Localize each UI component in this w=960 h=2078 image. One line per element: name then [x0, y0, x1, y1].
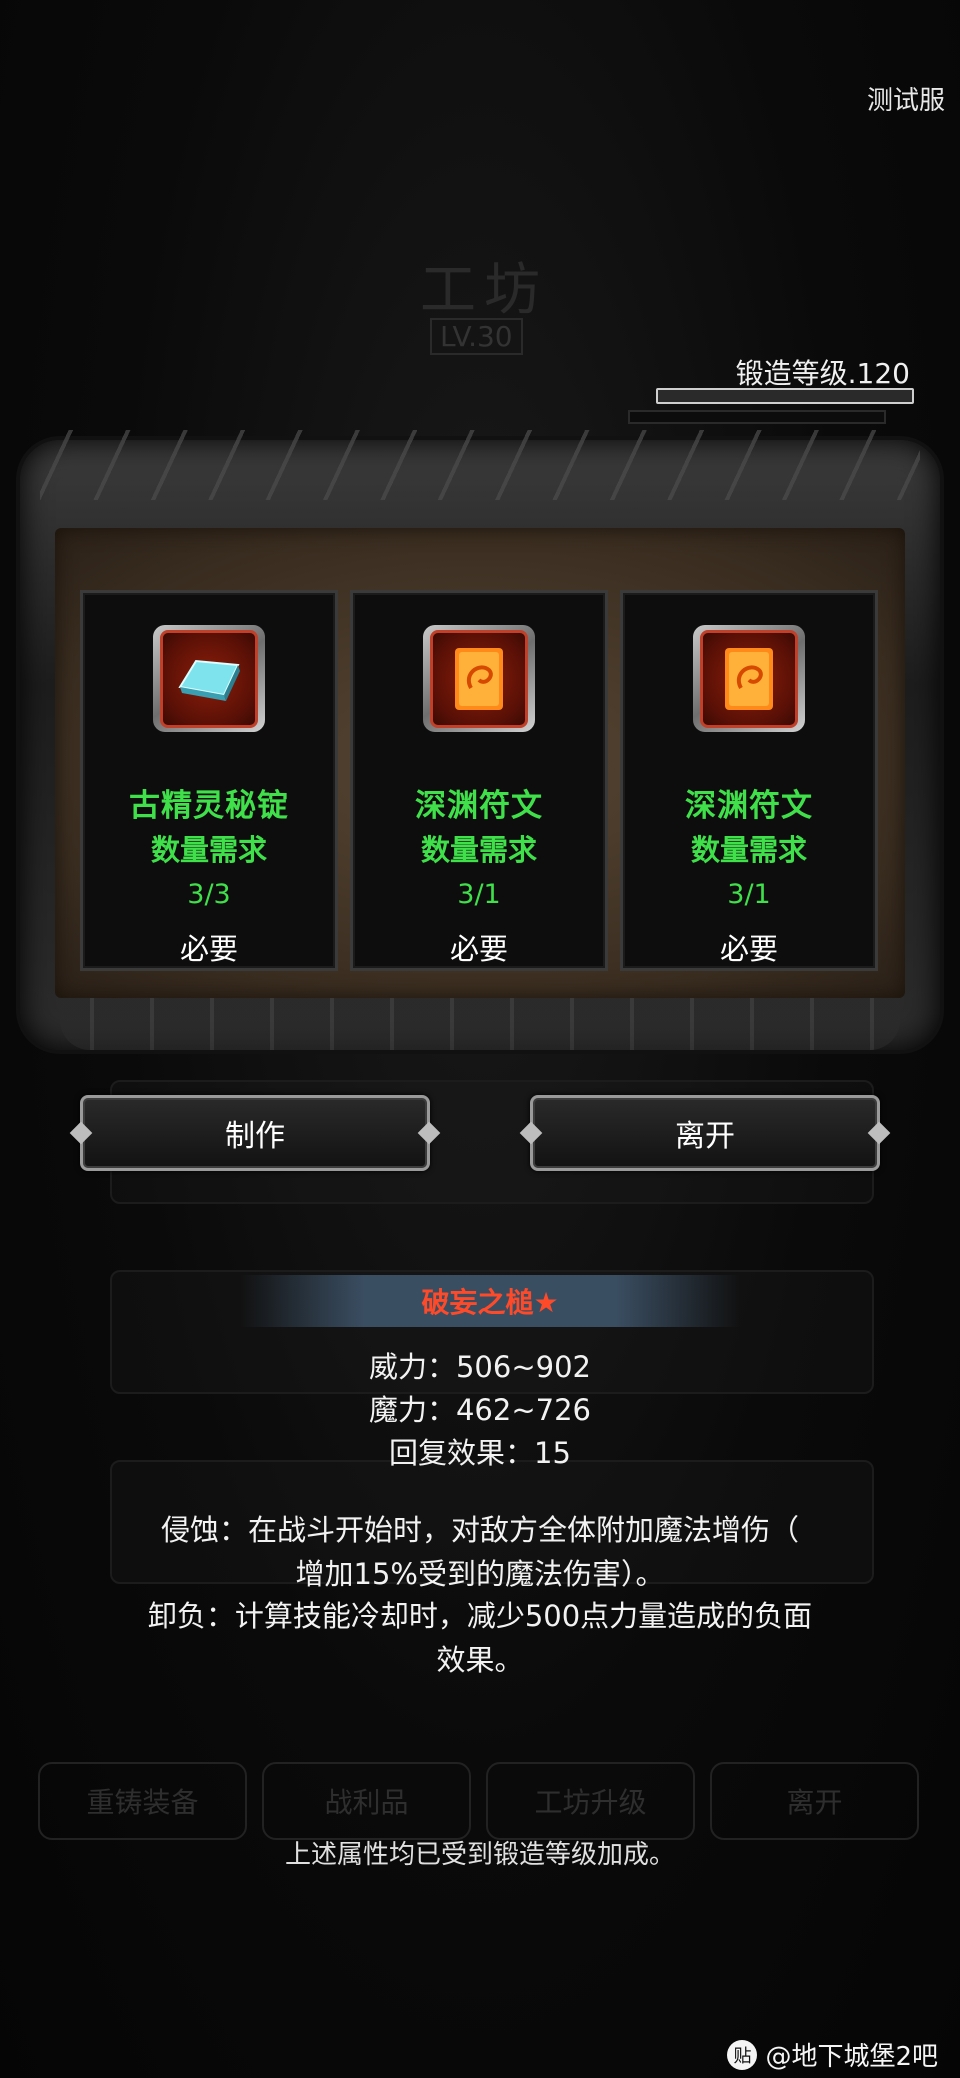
material-card[interactable]: 深渊符文 数量需求 3/1 必要: [620, 590, 878, 971]
material-icon-frame: [693, 625, 805, 732]
ghost-loot-button: 战利品: [262, 1762, 471, 1840]
effect-unburden: 卸负：计算技能冷却时，减少500点力量造成的负面 效果。: [110, 1594, 850, 1682]
material-card[interactable]: 古精灵秘锭 数量需求 3/3 必要: [80, 590, 338, 971]
material-icon-frame: [423, 625, 535, 732]
abyss-rune-icon: [700, 629, 798, 728]
item-name-text: 破妄之槌: [421, 1286, 534, 1319]
ghost-reforge-button: 重铸装备: [38, 1762, 247, 1840]
effect-unburden-line2: 效果。: [436, 1643, 524, 1677]
panel-bottom-decoration: [60, 998, 900, 1050]
material-necessity: 必要: [179, 932, 238, 966]
ghost-leave-button: 离开: [710, 1762, 919, 1840]
item-name: 破妄之槌★: [421, 1281, 558, 1321]
item-tooltip-header: 破妄之槌★: [240, 1275, 740, 1327]
workshop-title-ghost: 工坊: [420, 258, 548, 323]
workshop-level-ghost: LV.30: [430, 318, 523, 355]
material-requirement-label: 数量需求: [420, 833, 537, 867]
stat-power: 威力：506~902: [368, 1350, 591, 1384]
forge-secondary-bar: [628, 410, 886, 424]
material-count: 3/3: [187, 879, 231, 910]
watermark: 贴 @地下城堡2吧: [727, 2036, 938, 2073]
effect-erosion: 侵蚀：在战斗开始时，对敌方全体附加魔法增伤（ 增加15%受到的魔法伤害）。: [110, 1508, 850, 1596]
silver-ingot-icon: [160, 629, 258, 728]
tieba-badge-icon: 贴: [727, 2039, 758, 2070]
material-name: 深渊符文: [685, 788, 813, 824]
material-requirement-label: 数量需求: [690, 833, 807, 867]
star-icon: ★: [533, 1286, 559, 1319]
stat-magic: 魔力：462~726: [368, 1393, 591, 1427]
effect-erosion-line1: 侵蚀：在战斗开始时，对敌方全体附加魔法增伤（: [160, 1513, 799, 1547]
forge-level-bar-fill: [658, 390, 912, 402]
material-necessity: 必要: [449, 932, 508, 966]
server-label: 测试服: [866, 86, 945, 116]
material-name: 古精灵秘锭: [129, 788, 289, 824]
material-name: 深渊符文: [415, 788, 543, 824]
ghost-upgrade-button: 工坊升级: [486, 1762, 695, 1840]
material-icon-frame: [153, 625, 265, 732]
material-count: 3/1: [727, 879, 771, 910]
effect-erosion-line2: 增加15%受到的魔法伤害）。: [295, 1557, 665, 1591]
craft-button[interactable]: 制作: [80, 1095, 430, 1171]
stat-recovery: 回复效果：15: [389, 1436, 571, 1470]
abyss-rune-icon: [430, 629, 528, 728]
material-requirement-label: 数量需求: [150, 833, 267, 867]
forge-level-text: 锻造等级.120: [735, 357, 910, 390]
effect-unburden-line1: 卸负：计算技能冷却时，减少500点力量造成的负面: [147, 1599, 813, 1633]
leave-button[interactable]: 离开: [530, 1095, 880, 1171]
material-count: 3/1: [457, 879, 501, 910]
material-necessity: 必要: [719, 932, 778, 966]
watermark-text: @地下城堡2吧: [765, 2042, 938, 2072]
panel-spike-decoration: [40, 430, 920, 500]
forge-bonus-note: 上述属性均已受到锻造等级加成。: [284, 1840, 675, 1870]
material-card[interactable]: 深渊符文 数量需求 3/1 必要: [350, 590, 608, 971]
forge-level-bar: [656, 388, 914, 404]
